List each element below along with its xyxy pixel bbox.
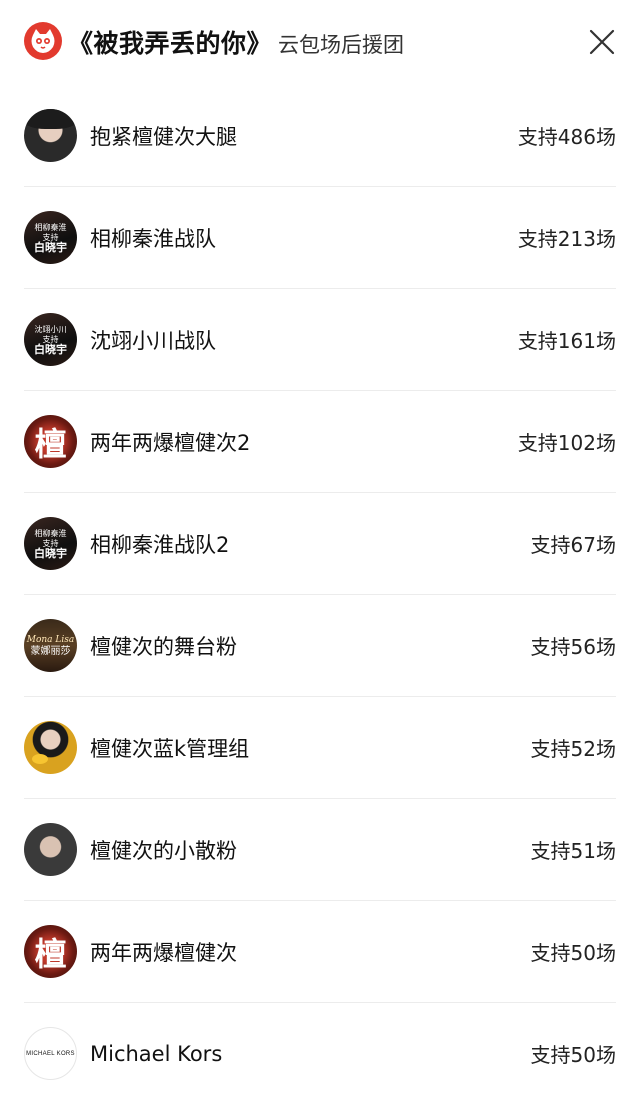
list-item[interactable]: 檀两年两爆檀健次 支持50场 xyxy=(24,901,616,1003)
avatar xyxy=(24,823,77,876)
group-name: 檀健次的舞台粉 xyxy=(90,634,237,659)
avatar: Mona Lisa 蒙娜丽莎 xyxy=(24,619,77,672)
page-title: 《被我弄丢的你》 云包场后援团 xyxy=(68,24,404,60)
group-name: 相柳秦淮战队2 xyxy=(90,532,230,557)
close-icon[interactable] xyxy=(588,28,616,56)
support-count: 支持52场 xyxy=(530,737,616,761)
page-subtitle: 云包场后援团 xyxy=(278,33,405,57)
avatar: 檀 xyxy=(24,415,77,468)
list-item[interactable]: 檀健次的小散粉 支持51场 xyxy=(24,799,616,901)
avatar-text: 檀 xyxy=(34,424,67,463)
group-name: 抱紧檀健次大腿 xyxy=(90,124,237,149)
group-name: 檀健次的小散粉 xyxy=(90,838,237,863)
support-count: 支持67场 xyxy=(530,533,616,557)
support-count: 支持161场 xyxy=(517,329,616,353)
avatar: 相柳秦淮 支持 白晓宇 xyxy=(24,211,77,264)
avatar-text: 沈翊小川 xyxy=(34,324,67,334)
support-count: 支持213场 xyxy=(517,227,616,251)
avatar xyxy=(24,109,77,162)
list-item[interactable]: 抱紧檀健次大腿 支持486场 xyxy=(24,85,616,187)
avatar-text: 相柳秦淮 xyxy=(34,528,67,538)
support-count: 支持50场 xyxy=(530,941,616,965)
movie-title: 《被我弄丢的你》 xyxy=(68,29,273,58)
avatar-text: 蒙娜丽莎 xyxy=(30,645,71,657)
avatar xyxy=(24,721,77,774)
avatar-text: MICHAEL KORS xyxy=(26,1050,75,1057)
avatar-text: 白晓宇 xyxy=(34,342,67,356)
support-group-list: 抱紧檀健次大腿 支持486场 相柳秦淮 支持 白晓宇 相柳秦淮战队 支持213场 沈翊小川 支持… xyxy=(24,85,616,1104)
avatar: 相柳秦淮 支持 白晓宇 xyxy=(24,517,77,570)
avatar: MICHAEL KORS xyxy=(24,1027,77,1080)
avatar: 檀 xyxy=(24,925,77,978)
avatar-text: 檀 xyxy=(34,934,67,973)
support-count: 支持50场 xyxy=(530,1043,616,1067)
avatar-text: 相柳秦淮 xyxy=(34,222,67,232)
group-name: 檀健次蓝k管理组 xyxy=(90,736,250,761)
list-item[interactable]: MICHAEL KORS Michael Kors 支持50场 xyxy=(24,1003,616,1104)
list-item[interactable]: 相柳秦淮 支持 白晓宇 相柳秦淮战队2 支持67场 xyxy=(24,493,616,595)
group-name: 相柳秦淮战队 xyxy=(90,226,216,251)
support-count: 支持486场 xyxy=(517,125,616,149)
avatar: 沈翊小川 支持 白晓宇 xyxy=(24,313,77,366)
support-count: 支持51场 xyxy=(530,839,616,863)
avatar-text: Mona Lisa xyxy=(26,634,75,645)
cat-logo-icon xyxy=(24,22,62,60)
header: 《被我弄丢的你》 云包场后援团 xyxy=(0,0,640,82)
support-count: 支持56场 xyxy=(530,635,616,659)
list-item[interactable]: Mona Lisa 蒙娜丽莎 檀健次的舞台粉 支持56场 xyxy=(24,595,616,697)
list-item[interactable]: 檀健次蓝k管理组 支持52场 xyxy=(24,697,616,799)
group-name: 沈翊小川战队 xyxy=(90,328,216,353)
list-item[interactable]: 相柳秦淮 支持 白晓宇 相柳秦淮战队 支持213场 xyxy=(24,187,616,289)
group-name: Michael Kors xyxy=(90,1041,223,1066)
support-count: 支持102场 xyxy=(517,431,616,455)
list-item[interactable]: 檀两年两爆檀健次2 支持102场 xyxy=(24,391,616,493)
group-name: 两年两爆檀健次2 xyxy=(90,430,251,455)
avatar-text: 白晓宇 xyxy=(34,546,67,560)
group-name: 两年两爆檀健次 xyxy=(90,940,237,965)
avatar-text: 白晓宇 xyxy=(34,240,67,254)
list-item[interactable]: 沈翊小川 支持 白晓宇 沈翊小川战队 支持161场 xyxy=(24,289,616,391)
